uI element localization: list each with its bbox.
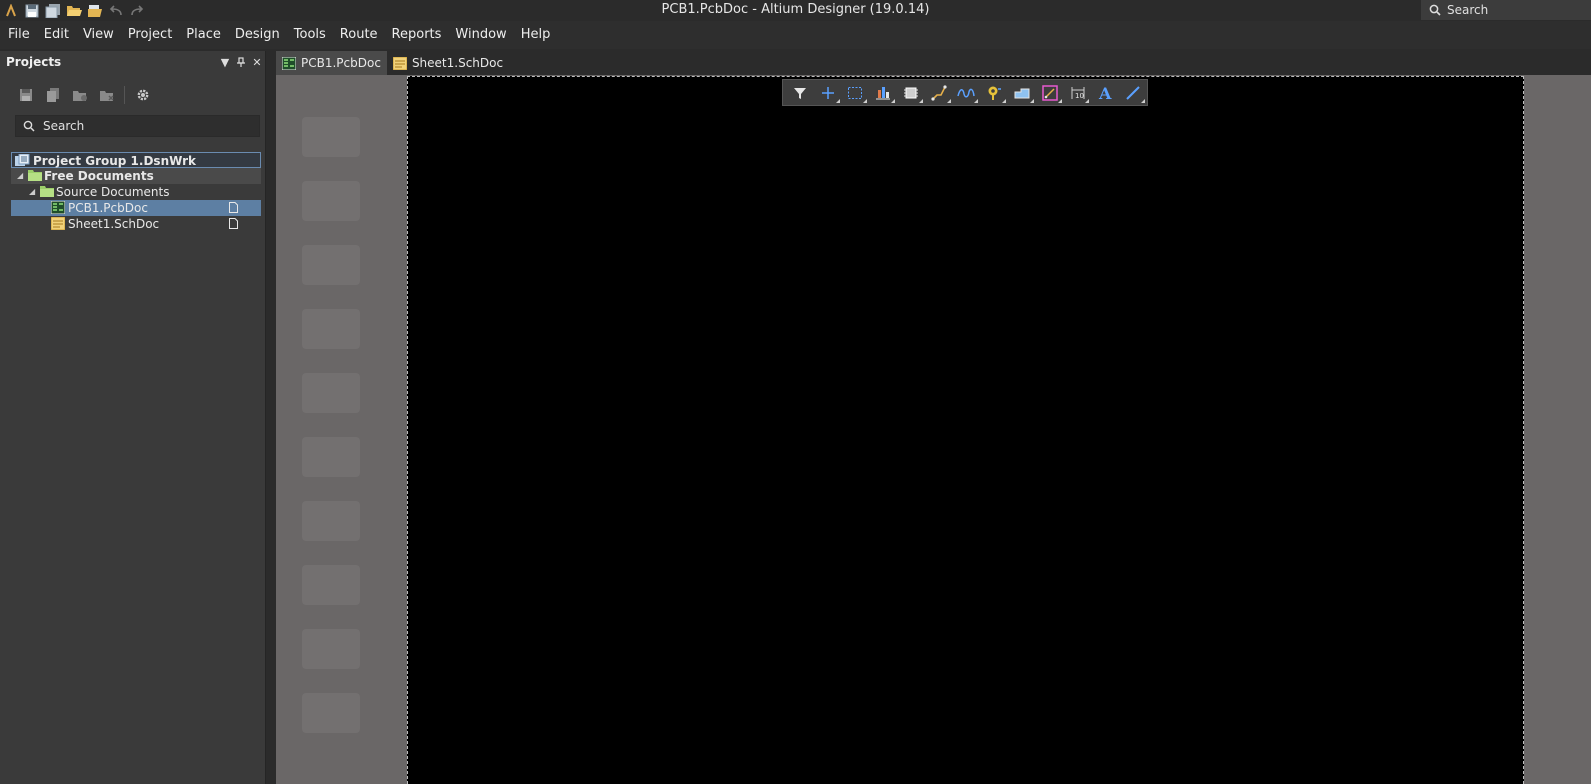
diff-pair-icon[interactable]: [953, 81, 981, 105]
search-icon: [23, 120, 35, 132]
expand-arrow-icon[interactable]: ◢: [29, 184, 35, 200]
line-icon[interactable]: [1119, 81, 1147, 105]
svg-text:A: A: [1098, 85, 1112, 101]
window-title: PCB1.PcbDoc - Altium Designer (19.0.14): [661, 2, 930, 17]
tree-item-label: Sheet1.SchDoc: [68, 217, 160, 231]
projects-panel: Projects ▼ ✕ Search Project Group 1.DsnW…: [0, 51, 266, 784]
select-region-icon[interactable]: [842, 81, 870, 105]
tree-item-project-group[interactable]: Project Group 1.DsnWrk: [11, 152, 261, 168]
menu-help[interactable]: Help: [514, 21, 558, 49]
document-tabs: PCB1.PcbDoc Sheet1.SchDoc: [276, 51, 1591, 75]
component-icon[interactable]: [897, 81, 925, 105]
redo-icon[interactable]: [126, 1, 147, 20]
tree-item-label: Free Documents: [44, 169, 154, 183]
tab-sheet1-schdoc[interactable]: Sheet1.SchDoc: [387, 51, 509, 75]
app-logo-icon[interactable]: [0, 1, 21, 20]
svg-text:10: 10: [1075, 92, 1084, 100]
dimension-icon[interactable]: 10: [1064, 81, 1092, 105]
filter-icon[interactable]: [786, 81, 814, 105]
document-status-icon: [229, 202, 238, 213]
close-project-icon[interactable]: [93, 85, 120, 105]
menu-route[interactable]: Route: [333, 21, 385, 49]
document-status-icon: [229, 218, 238, 229]
sch-doc-icon: [392, 56, 407, 70]
crosshair-icon[interactable]: [814, 81, 842, 105]
tree-item-label: Source Documents: [56, 185, 170, 199]
global-search-box[interactable]: Search: [1421, 0, 1591, 20]
quick-access-toolbar: [0, 1, 147, 20]
menu-edit[interactable]: Edit: [37, 21, 76, 49]
copy-project-icon[interactable]: [39, 85, 66, 105]
open-icon[interactable]: [63, 1, 84, 20]
global-search-placeholder: Search: [1447, 3, 1489, 17]
polygon-icon[interactable]: [1008, 81, 1036, 105]
menu-window[interactable]: Window: [448, 21, 513, 49]
title-bar: PCB1.PcbDoc - Altium Designer (19.0.14) …: [0, 0, 1591, 21]
menu-bar: File Edit View Project Place Design Tool…: [0, 21, 1591, 49]
projects-panel-header: Projects ▼ ✕: [0, 51, 265, 73]
open-project-icon[interactable]: [84, 1, 105, 20]
tab-pcb1-pcbdoc[interactable]: PCB1.PcbDoc: [276, 51, 387, 75]
tree-item-pcb1-pcbdoc[interactable]: PCB1.PcbDoc: [11, 200, 261, 216]
close-icon[interactable]: ✕: [249, 54, 265, 70]
folder-icon: [40, 186, 54, 197]
menu-file[interactable]: File: [1, 21, 37, 49]
tab-label: Sheet1.SchDoc: [411, 56, 504, 70]
menu-reports[interactable]: Reports: [385, 21, 449, 49]
project-options-icon[interactable]: [66, 85, 93, 105]
active-bar-toolbar: 10 A: [782, 79, 1148, 106]
via-icon[interactable]: [980, 81, 1008, 105]
menu-design[interactable]: Design: [228, 21, 287, 49]
tree-item-label: PCB1.PcbDoc: [68, 201, 148, 215]
save-project-icon[interactable]: [12, 85, 39, 105]
tree-item-label: Project Group 1.DsnWrk: [33, 154, 197, 168]
panel-search-input[interactable]: Search: [15, 115, 260, 137]
menu-view[interactable]: View: [76, 21, 121, 49]
pcb-board-area[interactable]: [407, 76, 1524, 784]
keepout-icon[interactable]: [1036, 81, 1064, 105]
folder-icon: [28, 170, 42, 181]
search-icon: [1429, 4, 1441, 16]
pcb-doc-icon: [282, 56, 296, 70]
menu-tools[interactable]: Tools: [287, 21, 333, 49]
tree-item-free-documents[interactable]: ◢ Free Documents: [11, 168, 261, 184]
menu-place[interactable]: Place: [179, 21, 228, 49]
tab-label: PCB1.PcbDoc: [301, 56, 381, 70]
project-group-icon: [15, 154, 30, 166]
panel-search-placeholder: Search: [43, 119, 85, 133]
tree-item-sheet1-schdoc[interactable]: Sheet1.SchDoc: [11, 216, 261, 232]
align-icon[interactable]: [869, 81, 897, 105]
pin-icon[interactable]: [233, 54, 249, 70]
panel-toolbar: [12, 85, 156, 105]
toolbar-separator: [124, 86, 125, 104]
panel-menu-icon[interactable]: ▼: [217, 54, 233, 70]
save-icon[interactable]: [21, 1, 42, 20]
expand-arrow-icon[interactable]: ◢: [17, 168, 23, 184]
menu-project[interactable]: Project: [121, 21, 179, 49]
sch-doc-icon: [51, 217, 65, 230]
tree-item-source-documents[interactable]: ◢ Source Documents: [11, 184, 261, 200]
text-icon[interactable]: A: [1091, 81, 1119, 105]
project-tree: Project Group 1.DsnWrk ◢ Free Documents …: [11, 152, 261, 232]
pcb-doc-icon: [51, 201, 65, 214]
pcb-editor-canvas[interactable]: [276, 75, 1591, 784]
save-all-icon[interactable]: [42, 1, 63, 20]
route-icon[interactable]: [925, 81, 953, 105]
gear-icon[interactable]: [129, 85, 156, 105]
panel-title: Projects: [6, 55, 62, 69]
undo-icon[interactable]: [105, 1, 126, 20]
